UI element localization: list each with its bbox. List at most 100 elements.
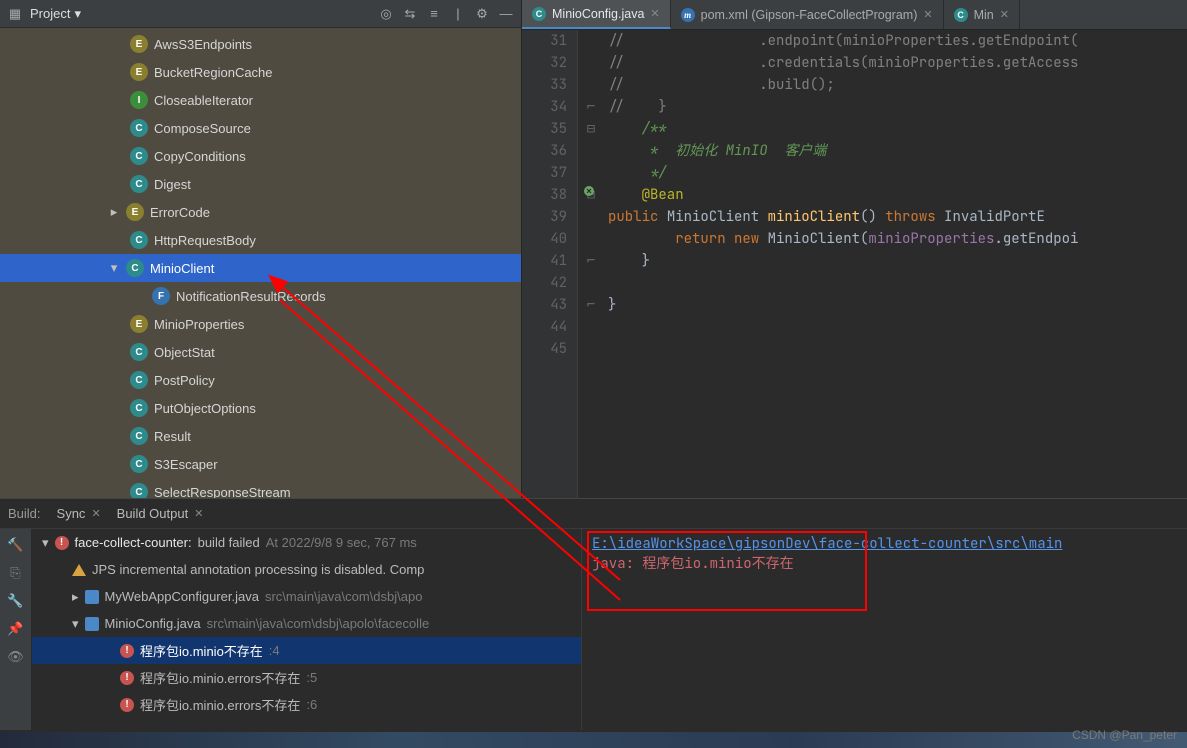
hammer-icon[interactable]: 🔨 [7,537,23,553]
hide-icon[interactable]: — [497,5,515,23]
target-icon[interactable]: ◎ [377,5,395,23]
warning-icon [72,564,86,576]
divider: | [449,5,467,23]
build-tree-row[interactable]: ▾!face-collect-counter: build failed At … [32,529,581,556]
build-tree-row[interactable]: !程序包io.minio.errors不存在 :5 [32,664,581,691]
tree-item-ObjectStat[interactable]: CObjectStat [0,338,521,366]
close-icon[interactable]: ✕ [91,507,100,520]
tree-item-label: MinioProperties [154,317,244,332]
line-gutter: 313233343536373839404142434445 [522,30,578,498]
close-icon[interactable]: ✕ [650,7,659,20]
close-icon[interactable]: ✕ [923,8,932,21]
project-icon: ▦ [6,5,24,23]
tree-item-CopyConditions[interactable]: CCopyConditions [0,142,521,170]
editor-tabs: CMinioConfig.java✕Mpom.xml (Gipson-FaceC… [522,0,1187,30]
pin-icon[interactable]: 📌 [7,621,23,637]
build-tab-sync[interactable]: Sync ✕ [57,506,101,521]
editor-tab[interactable]: CMinioConfig.java✕ [522,0,671,29]
gear-icon[interactable]: ⚙ [473,5,491,23]
project-panel: ▦ Project ▾ ◎ ⇆ ≡ | ⚙ — EAwsS3EndpointsE… [0,0,522,498]
type-icon: C [130,119,148,137]
highlight-box [587,531,867,611]
bottom-decoration [0,732,1187,748]
tree-item-label: CloseableIterator [154,93,253,108]
type-icon: C [130,455,148,473]
error-icon: ! [55,536,69,550]
build-message-pane[interactable]: E:\ideaWorkSpace\gipsonDev\face-collect-… [582,529,1187,730]
tree-item-NotificationResultRecords[interactable]: FNotificationResultRecords [0,282,521,310]
build-tree-row[interactable]: !程序包io.minio.errors不存在 :6 [32,691,581,718]
tree-item-AwsS3Endpoints[interactable]: EAwsS3Endpoints [0,30,521,58]
tree-item-HttpRequestBody[interactable]: C HttpRequestBody [0,226,521,254]
project-panel-header: ▦ Project ▾ ◎ ⇆ ≡ | ⚙ — [0,0,521,28]
tree-item-Digest[interactable]: CDigest [0,170,521,198]
tab-label: MinioConfig.java [552,7,644,21]
eye-icon[interactable]: 👁 [7,649,24,665]
tree-item-ComposeSource[interactable]: CComposeSource [0,114,521,142]
tree-item-CloseableIterator[interactable]: I CloseableIterator [0,86,521,114]
tree-item-Result[interactable]: C Result [0,422,521,450]
file-icon [85,617,99,631]
chevron-right-icon[interactable]: ▸ [108,206,120,218]
build-panel-header: Build: Sync ✕ Build Output ✕ [0,499,1187,529]
bean-gutter-icon[interactable] [582,184,596,198]
type-icon: I [130,91,148,109]
watermark: CSDN @Pan_peter [1072,728,1177,742]
collapse-icon[interactable]: ≡ [425,5,443,23]
chevron-down-icon: ▾ [74,6,81,22]
tree-item-label: ErrorCode [150,205,210,220]
project-tree[interactable]: EAwsS3Endpoints E BucketRegionCache I Closea… [0,28,521,498]
build-tab-output[interactable]: Build Output ✕ [117,506,204,521]
tree-item-ErrorCode[interactable]: ▸ E ErrorCode [0,198,521,226]
tree-item-label: BucketRegionCache [154,65,273,80]
project-title[interactable]: Project ▾ [30,6,81,22]
type-icon: C [130,231,148,249]
tree-item-S3Escaper[interactable]: CS3Escaper [0,450,521,478]
build-side-toolbar: 🔨 ⎘ 🔧 📌 👁 [0,529,32,730]
tree-item-label: NotificationResultRecords [176,289,326,304]
build-tree-row[interactable]: !程序包io.minio不存在 :4 [32,637,581,664]
build-label: Build: [8,506,41,521]
close-icon[interactable]: ✕ [194,507,203,520]
filter-icon[interactable]: ⎘ [10,565,20,581]
chevron-down-icon[interactable]: ▾ [108,262,120,274]
chevron-down-icon[interactable]: ▾ [42,535,49,551]
tree-item-label: PutObjectOptions [154,401,256,416]
editor-body[interactable]: 313233343536373839404142434445 ⌐⊟⊟⌐⌐ // … [522,30,1187,498]
tree-item-label: ObjectStat [154,345,215,360]
build-panel: Build: Sync ✕ Build Output ✕ 🔨 ⎘ 🔧 📌 👁 ▾… [0,498,1187,730]
build-tree-row[interactable]: ▸MyWebAppConfigurer.java src\main\java\c… [32,583,581,610]
type-icon: E [130,63,148,81]
close-icon[interactable]: ✕ [1000,8,1009,21]
type-icon: E [130,315,148,333]
tree-item-label: MinioClient [150,261,214,276]
type-icon: C [130,427,148,445]
tree-item-SelectResponseStream[interactable]: CSelectResponseStream [0,478,521,498]
tree-item-MinioClient[interactable]: ▾ C MinioClient [0,254,521,282]
chevron-down-icon[interactable]: ▾ [72,616,79,632]
expand-icon[interactable]: ⇆ [401,5,419,23]
tab-icon: M [681,8,695,22]
tree-item-BucketRegionCache[interactable]: E BucketRegionCache [0,58,521,86]
type-icon: C [126,259,144,277]
build-tree[interactable]: ▾!face-collect-counter: build failed At … [32,529,582,730]
tree-item-PutObjectOptions[interactable]: C PutObjectOptions [0,394,521,422]
file-icon [85,590,99,604]
type-icon: C [130,371,148,389]
tree-item-MinioProperties[interactable]: E MinioProperties [0,310,521,338]
build-tree-row[interactable]: JPS incremental annotation processing is… [32,556,581,583]
tree-item-label: HttpRequestBody [154,233,256,248]
error-icon: ! [120,644,134,658]
chevron-right-icon[interactable]: ▸ [72,589,79,605]
error-icon: ! [120,671,134,685]
build-tree-row[interactable]: ▾MinioConfig.java src\main\java\com\dsbj… [32,610,581,637]
type-icon: C [130,399,148,417]
tab-label: pom.xml (Gipson-FaceCollectProgram) [701,8,918,22]
editor-tab[interactable]: CMin✕ [944,0,1020,29]
editor-tab[interactable]: Mpom.xml (Gipson-FaceCollectProgram) ✕ [671,0,944,29]
type-icon: E [126,203,144,221]
wrench-icon[interactable]: 🔧 [7,593,23,609]
tree-item-label: Result [154,429,191,444]
code-area[interactable]: // .endpoint(minioProperties.getEndpoint… [604,30,1187,498]
tree-item-PostPolicy[interactable]: CPostPolicy [0,366,521,394]
